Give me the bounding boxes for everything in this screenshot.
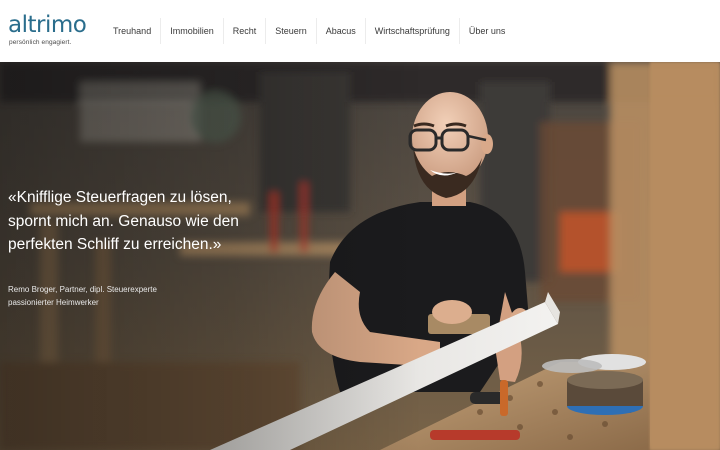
logo-tagline: persönlich engagiert. <box>9 39 72 46</box>
hero-quote: «Knifflige Steuerfragen zu lösen, spornt… <box>8 189 239 253</box>
site-header: altrimo persönlich engagiert. Treuhand I… <box>0 0 720 62</box>
main-nav: Treuhand Immobilien Recht Steuern Abacus… <box>104 18 514 44</box>
hero-author: Remo Broger, Partner, dipl. Steuerexpert… <box>8 284 248 309</box>
nav-item-steuern[interactable]: Steuern <box>265 18 316 44</box>
nav-item-abacus[interactable]: Abacus <box>315 18 365 44</box>
nav-item-ueber-uns[interactable]: Über uns <box>458 18 515 44</box>
nav-item-treuhand[interactable]: Treuhand <box>104 18 160 44</box>
nav-item-wirtschaftspruefung[interactable]: Wirtschaftsprüfung <box>364 18 459 44</box>
logo-wordmark: altrimo <box>8 12 87 38</box>
hero-section: «Knifflige Steuerfragen zu lösen, spornt… <box>0 62 720 450</box>
author-name-title: Remo Broger, Partner, dipl. Steuerexpert… <box>8 285 157 294</box>
author-hobby: passionierter Heimwerker <box>8 297 99 307</box>
nav-item-recht[interactable]: Recht <box>222 18 266 44</box>
nav-item-immobilien[interactable]: Immobilien <box>160 18 223 44</box>
logo-link[interactable]: altrimo persönlich engagiert. <box>8 12 87 46</box>
